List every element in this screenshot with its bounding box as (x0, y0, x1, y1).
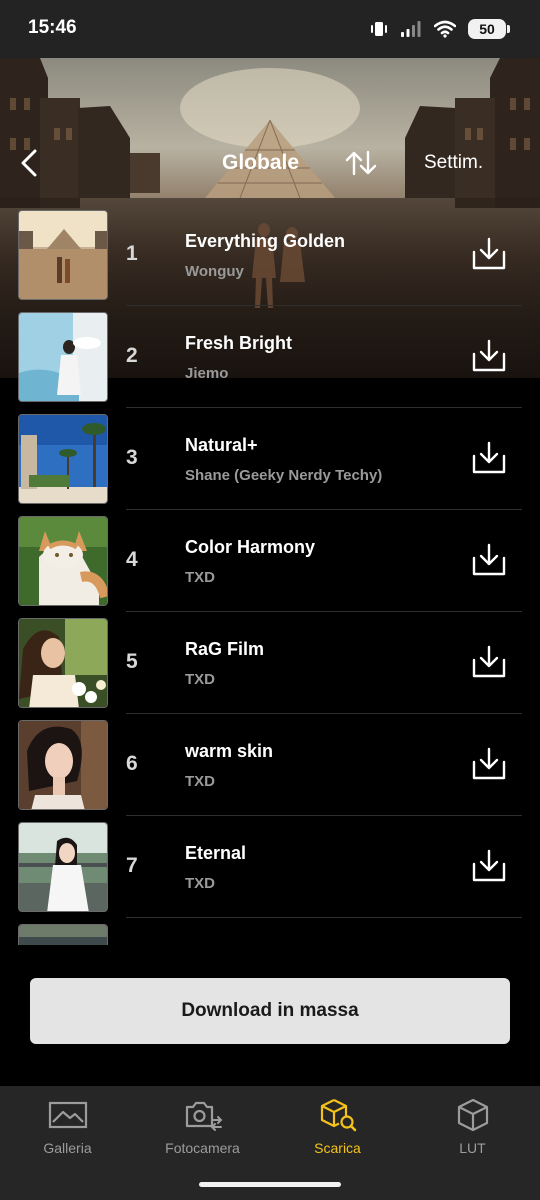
preset-name: Eternal (185, 843, 247, 863)
preset-name: Fresh Bright (185, 333, 293, 353)
download-icon (472, 441, 506, 474)
tab-lut[interactable]: LUT (405, 1086, 540, 1168)
sort-arrows-icon (345, 150, 377, 176)
period-filter-button[interactable]: Settim. (424, 152, 483, 174)
status-bar: 15:46 50 (0, 0, 540, 58)
wifi-icon (434, 20, 456, 38)
cube-search-icon (320, 1099, 357, 1132)
tab-label: Fotocamera (165, 1140, 240, 1156)
download-button[interactable] (469, 542, 509, 578)
preset-thumbnail (18, 618, 108, 708)
gallery-icon (48, 1101, 88, 1129)
preset-list: 1 Everything Golden Wonguy 2 Fresh Brigh… (0, 200, 540, 945)
download-icon (472, 237, 506, 270)
list-item[interactable]: 7 Eternal TXD (0, 816, 540, 918)
signal-icon (401, 21, 421, 37)
tab-label: Galleria (43, 1140, 92, 1156)
home-indicator[interactable] (199, 1182, 341, 1187)
preset-rank: 7 (126, 854, 138, 877)
download-button[interactable] (469, 236, 509, 272)
download-button[interactable] (469, 644, 509, 680)
preset-name: Everything Golden (185, 231, 346, 251)
preset-thumbnail (18, 312, 108, 402)
home-indicator-area (0, 1168, 540, 1200)
chevron-left-icon (21, 149, 37, 177)
preset-author: TXD (185, 671, 215, 688)
download-icon (472, 339, 506, 372)
preset-author: Wonguy (185, 263, 244, 280)
preset-rank: 5 (126, 650, 138, 673)
preset-thumbnail (18, 414, 108, 504)
list-item[interactable] (0, 918, 540, 945)
list-item[interactable]: 1 Everything Golden Wonguy (0, 204, 540, 306)
preset-thumbnail (18, 210, 108, 300)
vibrate-icon (371, 22, 387, 36)
status-time: 15:46 (28, 17, 77, 38)
status-icons: 50 (370, 18, 510, 40)
camera-switch-icon (185, 1101, 223, 1131)
download-button[interactable] (469, 338, 509, 374)
preset-name: warm skin (185, 741, 274, 761)
preset-name: Natural+ (185, 435, 258, 455)
preset-name: Color Harmony (185, 537, 316, 557)
cube-icon (457, 1098, 489, 1132)
tab-gallery[interactable]: Galleria (0, 1086, 135, 1168)
download-icon (472, 849, 506, 882)
preset-author: Shane (Geeky Nerdy Techy) (185, 467, 383, 484)
list-item[interactable]: 5 RaG Film TXD (0, 612, 540, 714)
tab-download[interactable]: Scarica (270, 1086, 405, 1168)
list-item[interactable]: 2 Fresh Bright Jiemo (0, 306, 540, 408)
top-navigation: Globale Settim. (0, 130, 540, 196)
tab-label: LUT (459, 1140, 486, 1156)
battery-level: 50 (479, 21, 495, 37)
tab-label: Scarica (314, 1140, 361, 1156)
list-item[interactable]: 4 Color Harmony TXD (0, 510, 540, 612)
tab-camera[interactable]: Fotocamera (135, 1086, 270, 1168)
preset-author: TXD (185, 773, 215, 790)
bulk-download-button[interactable]: Download in massa (30, 978, 510, 1044)
download-icon (472, 543, 506, 576)
preset-author: TXD (185, 875, 215, 892)
bottom-tab-bar: Galleria Fotocamera Scarica LUT (0, 1086, 540, 1168)
preset-rank: 2 (126, 344, 138, 367)
download-button[interactable] (469, 848, 509, 884)
preset-rank: 6 (126, 752, 138, 775)
preset-author: TXD (185, 569, 215, 586)
preset-name: RaG Film (185, 639, 265, 659)
battery-indicator: 50 (468, 19, 510, 39)
preset-thumbnail (18, 822, 108, 912)
preset-thumbnail (18, 924, 108, 945)
download-button[interactable] (469, 440, 509, 476)
list-item[interactable]: 3 Natural+ Shane (Geeky Nerdy Techy) (0, 408, 540, 510)
preset-thumbnail (18, 720, 108, 810)
preset-rank: 4 (126, 548, 138, 571)
back-button[interactable] (14, 146, 44, 180)
list-item[interactable]: 6 warm skin TXD (0, 714, 540, 816)
preset-thumbnail (18, 516, 108, 606)
page-title[interactable]: Globale (222, 151, 299, 175)
preset-rank: 1 (126, 242, 138, 265)
download-icon (472, 747, 506, 780)
preset-rank: 3 (126, 446, 138, 469)
sort-button[interactable] (343, 148, 379, 178)
preset-author: Jiemo (185, 365, 229, 382)
download-button[interactable] (469, 746, 509, 782)
download-icon (472, 645, 506, 678)
